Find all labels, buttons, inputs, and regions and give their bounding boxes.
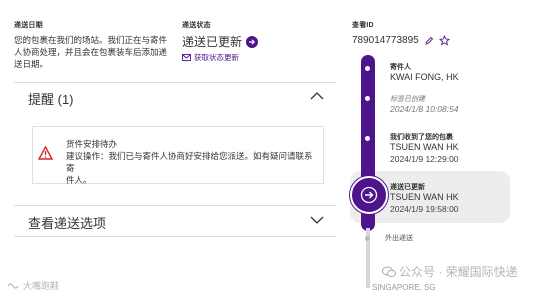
timeline-dot bbox=[365, 66, 370, 71]
event-time: 2024/1/9 19:58:00 bbox=[390, 204, 459, 214]
event-time: 2024/1/8 10:08:54 bbox=[390, 104, 459, 114]
watermark-left: 大嘴跑鞋 bbox=[6, 279, 59, 292]
timeline-dot bbox=[365, 236, 370, 241]
options-title[interactable]: 查看递送选项 bbox=[28, 213, 106, 232]
event-time: 2024/1/9 12:29:00 bbox=[390, 154, 459, 164]
edit-icon[interactable] bbox=[424, 36, 434, 46]
mail-icon bbox=[182, 54, 191, 61]
tracking-id-label: 查看ID bbox=[352, 22, 374, 29]
watermark-logo-icon bbox=[7, 282, 19, 289]
status-update-link[interactable]: 获取状态更新 bbox=[182, 52, 239, 63]
status-text: 递送已更新 bbox=[182, 35, 243, 49]
current-status-icon bbox=[350, 176, 388, 214]
event-label: 我们收到了您的包裹 bbox=[390, 134, 453, 141]
delivery-status: 递送已更新 bbox=[182, 33, 259, 50]
event-label: 外出递送 bbox=[385, 235, 413, 242]
star-icon[interactable] bbox=[438, 35, 450, 46]
warning-icon bbox=[38, 146, 53, 160]
tracking-number: 789014773895 bbox=[352, 35, 419, 46]
event-location: KWAI FONG, HK bbox=[390, 72, 459, 82]
notice-content: 货件安排待办 建议操作：我们已与寄件人协商好安排给您派送。如有疑问请联系寄 件人… bbox=[66, 138, 316, 186]
chevron-down-icon[interactable] bbox=[310, 216, 324, 224]
event-label: 递送已更新 bbox=[390, 184, 425, 191]
timeline-dot bbox=[365, 96, 370, 101]
tracking-id-row: 789014773895 bbox=[352, 35, 450, 46]
delivery-date-label: 递送日期 bbox=[14, 22, 43, 29]
delivery-description: 您的包裹在我们的场站。我们正在与寄件 人协商处理，并且会在包裹装车后添加递 送日… bbox=[14, 35, 168, 69]
timeline-dot bbox=[365, 136, 370, 141]
status-arrow-icon[interactable] bbox=[246, 35, 259, 48]
watermark-right: 公众号 · 荣耀国际快递 bbox=[382, 263, 518, 280]
event-location: TSUEN WAN HK bbox=[390, 192, 459, 202]
status-link-label: 获取状态更新 bbox=[194, 53, 239, 62]
notice-title: 货件安排待办 bbox=[66, 139, 118, 149]
event-label: 标签已创建 bbox=[390, 96, 425, 103]
chevron-up-icon[interactable] bbox=[310, 92, 324, 100]
alerts-title[interactable]: 提醒 (1) bbox=[28, 89, 74, 108]
delivery-status-label: 递送状态 bbox=[182, 22, 211, 29]
wechat-icon bbox=[382, 266, 396, 277]
event-location: TSUEN WAN HK bbox=[390, 142, 459, 152]
event-label: 寄件人 bbox=[390, 64, 411, 71]
partial-location: SINGAPORE, SG bbox=[372, 283, 436, 292]
